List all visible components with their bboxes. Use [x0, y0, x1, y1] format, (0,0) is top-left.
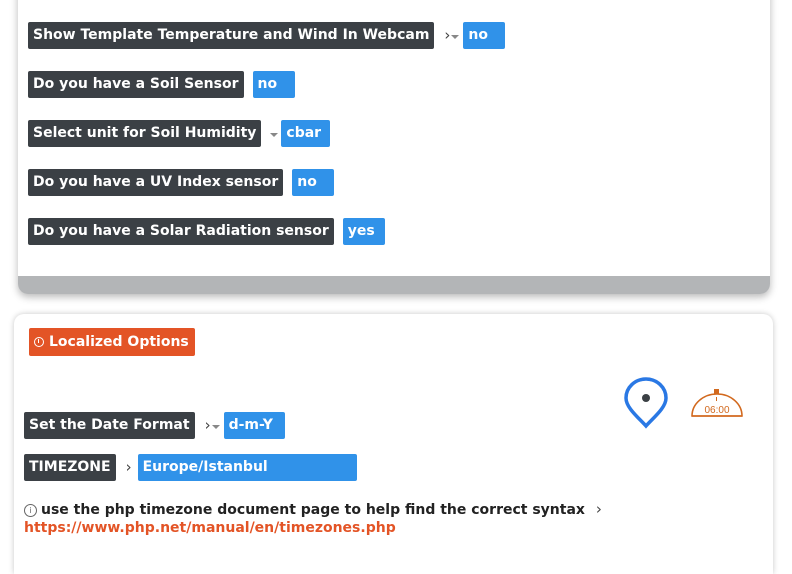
solar-sensor-select[interactable]: yes [342, 218, 385, 245]
solar-sensor-row: Do you have a Solar Radiation sensor yes [28, 218, 385, 245]
sunrise-clock-icon: 06:00 [691, 389, 743, 417]
uv-sensor-label: Do you have a UV Index sensor [28, 169, 284, 196]
date-format-select[interactable]: d-m-Y [223, 412, 285, 439]
webcam-template-label: Show Template Temperature and Wind In We… [28, 22, 435, 49]
chevron-right-icon: › [204, 416, 211, 434]
soil-sensor-select[interactable]: no [252, 71, 295, 98]
webcam-template-row: Show Template Temperature and Wind In We… [28, 22, 506, 49]
php-timezones-link[interactable]: https://www.php.net/manual/en/timezones.… [24, 520, 396, 536]
timezone-expand: › [126, 460, 132, 475]
localized-options-card: Localized Options 06:00 Set the Date For… [14, 314, 773, 574]
map-pin-icon[interactable] [623, 377, 669, 429]
chevron-right-icon: › [125, 458, 132, 476]
chevron-right-icon: › [444, 26, 451, 44]
soil-humidity-unit-row: Select unit for Soil Humidity cbar [28, 120, 331, 147]
clock-icon [34, 337, 44, 347]
soil-sensor-label: Do you have a Soil Sensor [28, 71, 244, 98]
timezone-input[interactable]: Europe/Istanbul [137, 454, 357, 481]
chevron-right-icon: › [595, 500, 602, 518]
caret-down-icon [451, 35, 460, 39]
date-format-row: Set the Date Format › d-m-Y [24, 412, 285, 439]
card-footer-bar [18, 276, 770, 294]
uv-sensor-row: Do you have a UV Index sensor no [28, 169, 335, 196]
caret-down-icon [211, 425, 220, 429]
webcam-template-dropdown-toggle[interactable]: › [444, 26, 460, 44]
caret-down-icon [270, 133, 279, 137]
info-icon: i [24, 504, 37, 517]
uv-sensor-select[interactable]: no [292, 169, 335, 196]
soil-humidity-unit-select[interactable]: cbar [281, 120, 331, 147]
solar-sensor-label: Do you have a Solar Radiation sensor [28, 218, 334, 245]
timezone-label: TIMEZONE [24, 454, 116, 481]
sunrise-time: 06:00 [704, 405, 729, 416]
weather-options-card: Show Template Temperature and Wind In We… [18, 0, 770, 294]
timezone-row: TIMEZONE › Europe/Istanbul [24, 454, 357, 481]
date-format-dropdown-toggle[interactable]: › [205, 418, 220, 433]
soil-humidity-unit-label: Select unit for Soil Humidity [28, 120, 262, 147]
webcam-template-select[interactable]: no [463, 22, 506, 49]
soil-humidity-dropdown-toggle[interactable] [269, 130, 279, 137]
date-format-label: Set the Date Format [24, 412, 195, 439]
localized-options-title: Localized Options [49, 334, 189, 350]
localized-options-badge: Localized Options [29, 328, 195, 356]
soil-sensor-row: Do you have a Soil Sensor no [28, 71, 295, 98]
timezone-help-text: i use the php timezone document page to h… [24, 502, 602, 518]
